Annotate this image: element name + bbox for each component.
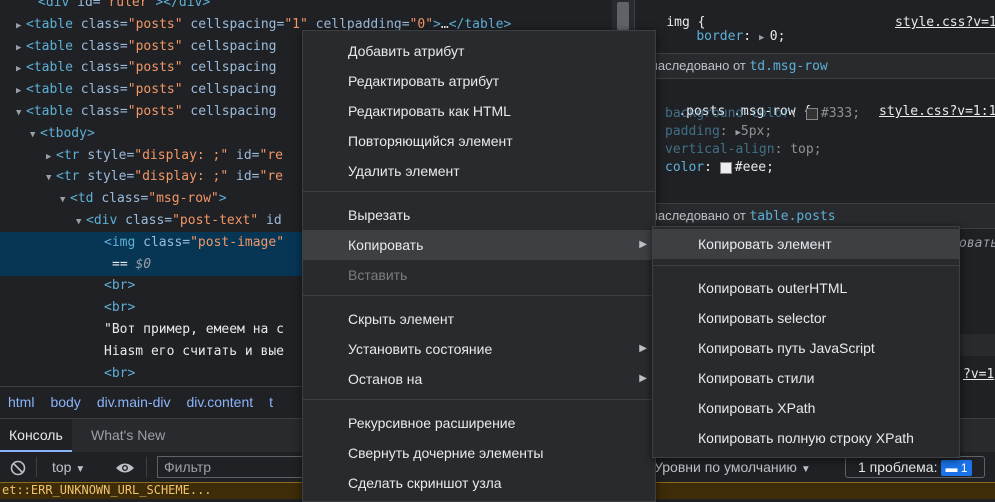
expand-triangle-icon[interactable]: ▶: [16, 58, 26, 80]
dom-node-line[interactable]: <div id="ruler"></div>: [0, 0, 612, 14]
menu-separator: [303, 399, 655, 400]
partial-text: овать: [959, 236, 995, 251]
copy-submenu-item-label: Копировать XPath: [698, 400, 816, 416]
collapse-triangle-icon[interactable]: ▼: [46, 167, 56, 189]
context-menu-item-label: Повторяющийся элемент: [348, 133, 513, 149]
inherited-header-td: Унаследовано от td.msg-row: [635, 53, 995, 79]
copy-submenu-item[interactable]: Копировать путь JavaScript: [653, 333, 959, 363]
breadcrumb-item[interactable]: html: [8, 394, 34, 410]
context-menu-item[interactable]: Добавить атрибут: [303, 36, 655, 66]
copy-submenu-item-label: Копировать selector: [698, 310, 827, 326]
copy-submenu-item[interactable]: Копировать элемент: [653, 229, 959, 259]
context-menu-item[interactable]: Сделать скриншот узла: [303, 468, 655, 498]
scrollbar-thumb[interactable]: [617, 2, 629, 30]
style-prop-background-color[interactable]: background-color: #333;: [635, 105, 995, 123]
collapse-triangle-icon[interactable]: ▼: [60, 189, 70, 211]
context-selector[interactable]: top ▼: [52, 452, 85, 482]
menu-separator: [303, 191, 655, 192]
style-prop-border[interactable]: border: ▶ 0;: [635, 10, 995, 44]
context-menu-item-label: Вырезать: [348, 207, 411, 223]
context-menu-item[interactable]: Рекурсивное расширение: [303, 408, 655, 438]
context-menu: Добавить атрибут Редактировать атрибут Ред…: [302, 30, 656, 502]
tab-whats-new[interactable]: What's New: [82, 419, 174, 452]
submenu-arrow-icon: ▶: [639, 343, 647, 354]
menu-separator: [303, 295, 655, 296]
style-prop-padding[interactable]: padding: ▶5px;: [635, 123, 995, 141]
context-menu-item[interactable]: Редактировать атрибут: [303, 66, 655, 96]
clear-console-icon[interactable]: [10, 452, 26, 482]
context-menu-item-label: Свернуть дочерние элементы: [348, 445, 544, 461]
copy-submenu-item[interactable]: Копировать полную строку XPath: [653, 423, 959, 453]
collapse-triangle-icon[interactable]: ▼: [16, 102, 26, 124]
copy-submenu-item[interactable]: Копировать outerHTML: [653, 273, 959, 303]
style-rule-msg-row: .posts .msg-row {style.css?v=1:1: [678, 104, 995, 119]
context-menu-item-label: Вставить: [348, 267, 408, 283]
context-menu-item-label: Сделать скриншот узла: [348, 475, 502, 491]
context-menu-item[interactable]: Редактировать как HTML: [303, 96, 655, 126]
context-menu-item-label: Установить состояние: [348, 341, 493, 357]
inherited-selector-link-2[interactable]: table.posts: [749, 209, 835, 224]
context-menu-item[interactable]: Вырезать: [303, 200, 655, 230]
breadcrumb-item[interactable]: div.main-div: [97, 394, 171, 410]
copy-submenu-item[interactable]: Копировать XPath: [653, 393, 959, 423]
live-expression-eye-icon[interactable]: [115, 452, 135, 482]
collapse-triangle-icon[interactable]: ▼: [76, 211, 86, 233]
copy-submenu-item-label: Копировать путь JavaScript: [698, 340, 875, 356]
context-menu-item[interactable]: Удалить элемент: [303, 156, 655, 186]
color-swatch-icon[interactable]: [805, 107, 818, 120]
issues-badge: ▬ 1: [941, 460, 972, 476]
color-swatch-icon[interactable]: [719, 161, 732, 174]
copy-submenu-item-label: Копировать outerHTML: [698, 280, 848, 296]
context-menu-item-label: Рекурсивное расширение: [348, 415, 516, 431]
inherited-selector-link[interactable]: td.msg-row: [749, 59, 827, 74]
submenu-arrow-icon: ▶: [639, 373, 647, 384]
toolbar-divider: [36, 457, 37, 477]
context-menu-item[interactable]: Останов на ▶: [303, 364, 655, 394]
context-menu-item-label: Редактировать как HTML: [348, 103, 511, 119]
context-menu-item-label: Добавить атрибут: [348, 43, 465, 59]
context-menu-item[interactable]: Копировать ▶: [303, 230, 655, 260]
menu-separator: [653, 265, 959, 266]
breadcrumb-item[interactable]: t: [269, 394, 273, 410]
copy-submenu: Копировать элемент Копировать outerHTML Ко…: [652, 226, 960, 458]
copy-submenu-item-label: Копировать элемент: [698, 236, 832, 252]
context-menu-item-label: Скрыть элемент: [348, 311, 455, 327]
context-menu-item-label: Останов на: [348, 371, 423, 387]
copy-submenu-item-label: Копировать стили: [698, 370, 815, 386]
partial-link[interactable]: ?v=1: [963, 366, 995, 384]
copy-submenu-item[interactable]: Копировать selector: [653, 303, 959, 333]
context-menu-item[interactable]: Установить состояние ▶: [303, 334, 655, 364]
collapse-triangle-icon[interactable]: ▼: [30, 124, 40, 146]
expand-triangle-icon[interactable]: ▶: [16, 37, 26, 59]
expand-triangle-icon[interactable]: ▶: [46, 146, 56, 168]
context-menu-item[interactable]: Скрыть элемент: [303, 304, 655, 334]
context-menu-item[interactable]: Повторяющийся элемент: [303, 126, 655, 156]
style-prop-color[interactable]: color: #eee;: [635, 159, 995, 177]
context-menu-item-label: Копировать: [348, 237, 424, 253]
issues-button[interactable]: 1 проблема: ▬ 1: [845, 456, 985, 478]
expand-triangle-icon[interactable]: ▶: [16, 15, 26, 37]
copy-submenu-item-label: Копировать полную строку XPath: [698, 430, 914, 446]
context-menu-item-label: Удалить элемент: [348, 163, 460, 179]
context-menu-item-label: Редактировать атрибут: [348, 73, 500, 89]
context-menu-item[interactable]: Свернуть дочерние элементы: [303, 438, 655, 468]
breadcrumb-item[interactable]: div.content: [186, 394, 253, 410]
tab-console[interactable]: Консоль: [0, 419, 72, 452]
submenu-arrow-icon: ▶: [639, 239, 647, 250]
expand-triangle-icon[interactable]: ▶: [16, 80, 26, 102]
copy-submenu-item[interactable]: Копировать стили: [653, 363, 959, 393]
context-menu-item: Вставить: [303, 260, 655, 290]
toolbar-divider: [146, 457, 147, 477]
style-prop-vertical-align[interactable]: vertical-align: top;: [635, 141, 995, 159]
breadcrumb-item[interactable]: body: [50, 394, 80, 410]
